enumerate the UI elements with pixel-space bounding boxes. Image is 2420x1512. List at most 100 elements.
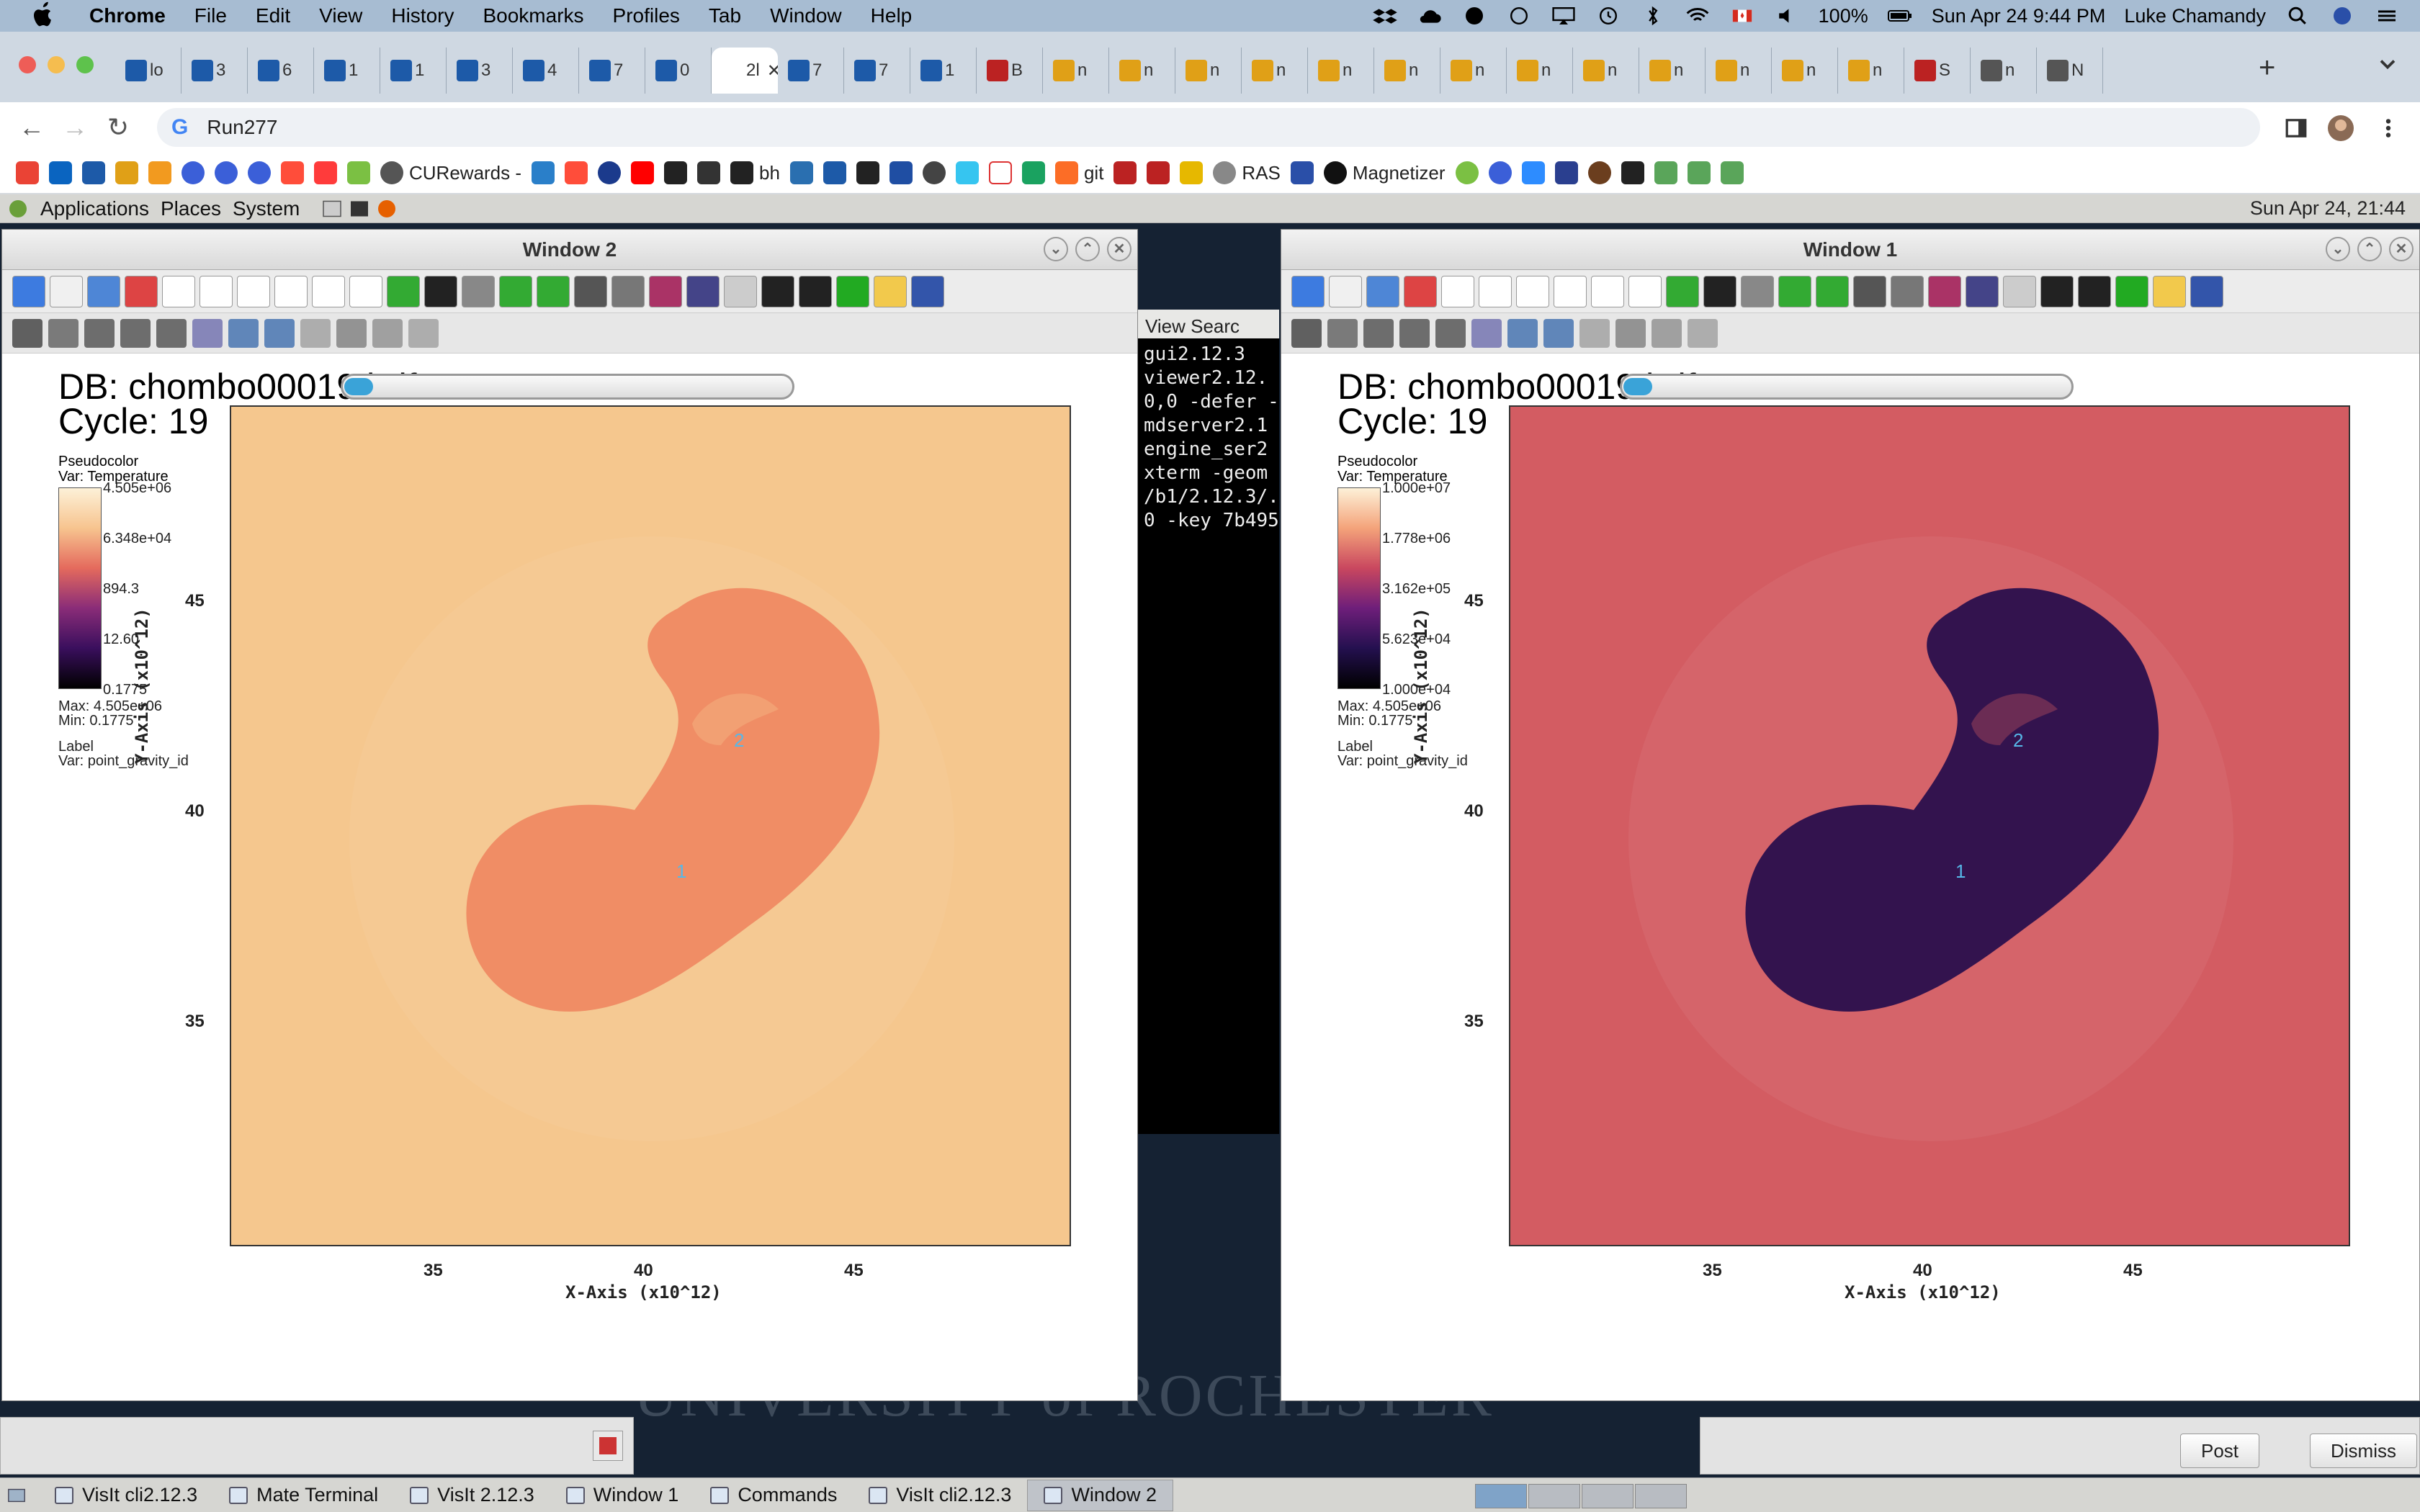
canada-flag-icon[interactable] bbox=[1729, 5, 1755, 27]
tsn-icon[interactable] bbox=[281, 161, 304, 184]
browser-tab[interactable]: 1 bbox=[314, 48, 380, 94]
maximize-icon[interactable]: ⌃ bbox=[1075, 237, 1100, 261]
toolbar-tool-icon[interactable] bbox=[1966, 275, 1999, 307]
interaction-mode-icon[interactable] bbox=[1291, 318, 1322, 348]
browser-tab[interactable]: N bbox=[2037, 48, 2103, 94]
bookmark-icon[interactable] bbox=[789, 161, 813, 184]
volume-icon[interactable] bbox=[1774, 5, 1800, 27]
record-button[interactable] bbox=[593, 1431, 623, 1461]
bookmark-icon[interactable] bbox=[182, 161, 205, 184]
toolbar-tool-icon[interactable] bbox=[200, 275, 233, 307]
calendar-icon[interactable] bbox=[1290, 161, 1314, 184]
interaction-mode-icon[interactable] bbox=[156, 318, 187, 348]
slack-icon[interactable] bbox=[955, 161, 979, 184]
toolbar-tool-icon[interactable] bbox=[1816, 275, 1849, 307]
menu-places[interactable]: Places bbox=[161, 197, 221, 220]
rds-icon[interactable] bbox=[314, 161, 337, 184]
bookmark-curewards[interactable]: CURewards - bbox=[380, 161, 521, 184]
minimize-icon[interactable]: ⌄ bbox=[2326, 237, 2350, 261]
toolbar-tool-icon[interactable] bbox=[1404, 275, 1437, 307]
minimize-window-button[interactable] bbox=[48, 56, 65, 73]
task-visit-gui[interactable]: VisIt 2.12.3 bbox=[394, 1480, 550, 1511]
outlook-icon[interactable] bbox=[49, 161, 72, 184]
interaction-mode-icon[interactable] bbox=[1652, 318, 1682, 348]
tsn-icon[interactable] bbox=[565, 161, 588, 184]
time-slider[interactable] bbox=[341, 374, 794, 400]
bookmark-icon[interactable] bbox=[856, 161, 879, 184]
interaction-mode-icon[interactable] bbox=[120, 318, 151, 348]
menu-window[interactable]: Window bbox=[756, 4, 856, 27]
browser-tab[interactable]: n bbox=[1971, 48, 2037, 94]
task-mate-terminal[interactable]: Mate Terminal bbox=[213, 1480, 394, 1511]
browser-tab[interactable]: n bbox=[1242, 48, 1308, 94]
bookmark-icon[interactable] bbox=[1554, 161, 1578, 184]
menu-app[interactable]: Chrome bbox=[75, 4, 180, 27]
bookmark-icon[interactable] bbox=[889, 161, 913, 184]
toolbar-tool-icon[interactable] bbox=[1554, 275, 1587, 307]
interaction-mode-icon[interactable] bbox=[1399, 318, 1430, 348]
browser-tab[interactable]: n bbox=[1573, 48, 1639, 94]
bookmark-ras[interactable]: RAS bbox=[1213, 161, 1281, 184]
toolbar-tool-icon[interactable] bbox=[911, 275, 944, 307]
browser-tab[interactable]: 7 bbox=[579, 48, 645, 94]
airplay-icon[interactable] bbox=[1551, 5, 1577, 27]
toolbar-tool-icon[interactable] bbox=[274, 275, 308, 307]
bookmark-icon[interactable] bbox=[1180, 161, 1204, 184]
toolbar-tool-icon[interactable] bbox=[2003, 275, 2036, 307]
qr-icon[interactable] bbox=[664, 161, 688, 184]
bookmark-bh[interactable]: bh bbox=[730, 161, 780, 184]
toolbar-tool-icon[interactable] bbox=[1329, 275, 1362, 307]
browser-tab[interactable]: B bbox=[977, 48, 1043, 94]
toolbar-tool-icon[interactable] bbox=[2078, 275, 2111, 307]
browser-tab[interactable]: n bbox=[1109, 48, 1175, 94]
bookmark-icon[interactable] bbox=[598, 161, 622, 184]
x11-icon[interactable] bbox=[823, 161, 846, 184]
interaction-mode-icon[interactable] bbox=[1615, 318, 1646, 348]
side-panel-icon[interactable] bbox=[2285, 117, 2308, 140]
close-icon[interactable]: ✕ bbox=[1107, 237, 1131, 261]
interaction-mode-icon[interactable] bbox=[1363, 318, 1394, 348]
time-slider[interactable] bbox=[1620, 374, 2074, 400]
battery-icon[interactable] bbox=[1887, 5, 1913, 27]
star-icon[interactable] bbox=[988, 161, 1012, 184]
task-window-2[interactable]: Window 2 bbox=[1027, 1479, 1173, 1511]
firefox-icon[interactable] bbox=[376, 198, 398, 220]
toolbar-tool-icon[interactable] bbox=[1928, 275, 1961, 307]
bookmark-icon[interactable] bbox=[1455, 161, 1479, 184]
interaction-mode-icon[interactable] bbox=[1327, 318, 1358, 348]
workspace-switcher[interactable] bbox=[1475, 1484, 1687, 1508]
toolbar-tool-icon[interactable] bbox=[1741, 275, 1774, 307]
cloud-icon[interactable] bbox=[1417, 5, 1443, 27]
interaction-mode-icon[interactable] bbox=[192, 318, 223, 348]
toolbar-tool-icon[interactable] bbox=[574, 275, 607, 307]
reload-button[interactable]: ↻ bbox=[97, 112, 140, 143]
toolbar-tool-icon[interactable] bbox=[12, 275, 45, 307]
browser-tab[interactable]: n bbox=[1374, 48, 1440, 94]
maximize-window-button[interactable] bbox=[76, 56, 94, 73]
show-desktop-icon[interactable] bbox=[6, 1485, 27, 1506]
profile-avatar-icon[interactable] bbox=[2326, 114, 2355, 143]
menu-view[interactable]: View bbox=[305, 4, 377, 27]
globe-icon[interactable] bbox=[922, 161, 946, 184]
toolbar-tool-icon[interactable] bbox=[1703, 275, 1736, 307]
toolbar-tool-icon[interactable] bbox=[537, 275, 570, 307]
toolbar-tool-icon[interactable] bbox=[2115, 275, 2148, 307]
interaction-mode-icon[interactable] bbox=[48, 318, 79, 348]
mac-clock[interactable]: Sun Apr 24 9:44 PM bbox=[1932, 5, 2106, 27]
dismiss-button[interactable]: Dismiss bbox=[2310, 1434, 2417, 1468]
menu-system[interactable]: System bbox=[233, 197, 300, 220]
toolbar-tool-icon[interactable] bbox=[1628, 275, 1662, 307]
minimize-icon[interactable]: ⌄ bbox=[1044, 237, 1068, 261]
toolbar-tool-icon[interactable] bbox=[1291, 275, 1325, 307]
post-button[interactable]: Post bbox=[2180, 1434, 2260, 1468]
bookmark-icon[interactable] bbox=[1654, 161, 1677, 184]
bookmark-magnetizer[interactable]: Magnetizer bbox=[1323, 161, 1446, 184]
window-titlebar[interactable]: Window 2 ⌄ ⌃ ✕ bbox=[2, 230, 1137, 270]
sheets-icon[interactable] bbox=[1021, 161, 1045, 184]
new-tab-button[interactable]: + bbox=[2259, 52, 2275, 84]
bookmark-icon[interactable] bbox=[248, 161, 271, 184]
terminal-output[interactable]: gui2.12.3 viewer2.12. 0,0 -defer - mdserver… bbox=[1138, 338, 1279, 1134]
toolbar-tool-icon[interactable] bbox=[761, 275, 794, 307]
bookmark-icon[interactable] bbox=[1621, 161, 1644, 184]
interaction-mode-icon[interactable] bbox=[1471, 318, 1502, 348]
